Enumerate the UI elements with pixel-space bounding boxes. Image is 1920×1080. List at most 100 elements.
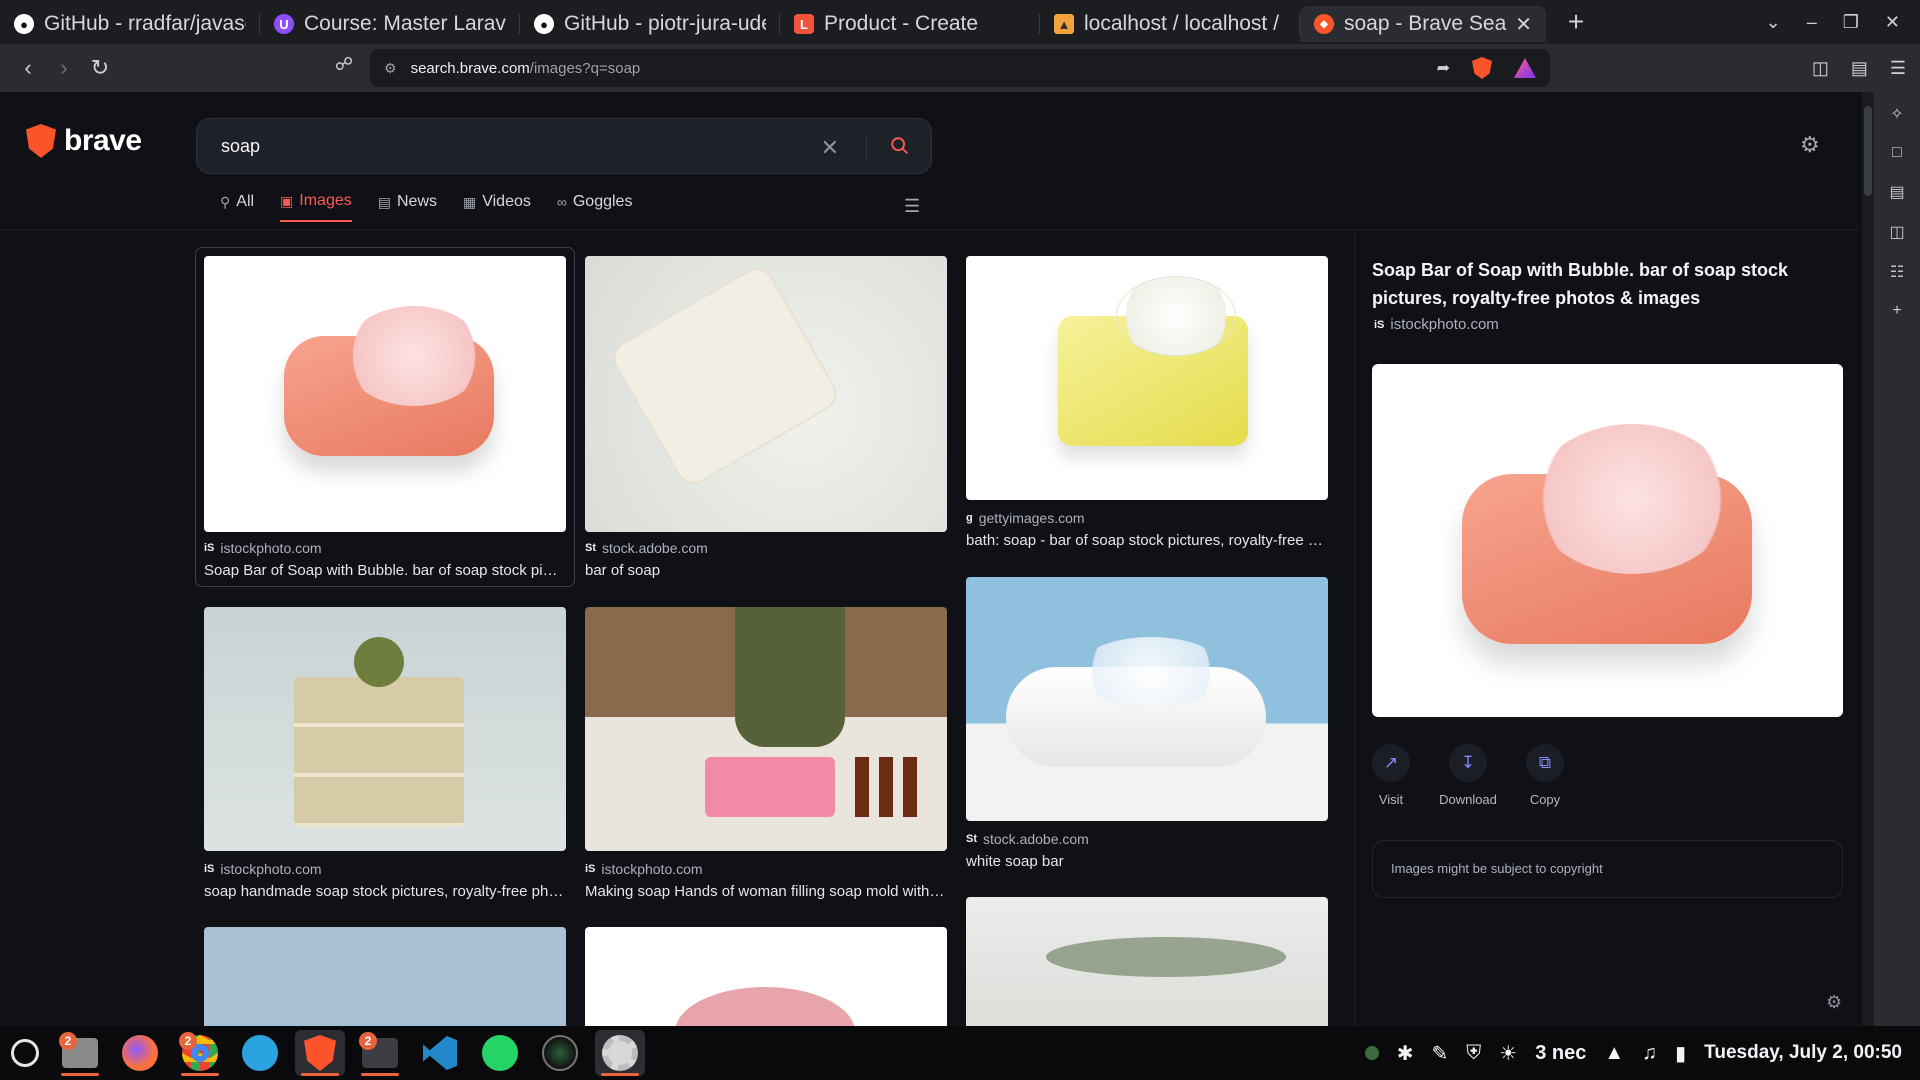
result-caption[interactable]: Soap Bar of Soap with Bubble. bar of soa… — [204, 562, 564, 579]
bluetooth-icon[interactable]: ✱ — [1397, 1041, 1414, 1066]
result-caption[interactable]: soap handmade soap stock pictures, royal… — [204, 883, 564, 900]
keyboard-layout[interactable]: 3 nec — [1535, 1042, 1586, 1065]
browser-tab[interactable]: ● GitHub - piotr-jura-udemy — [520, 6, 780, 42]
whatsapp-app[interactable] — [475, 1030, 525, 1076]
browser-tab[interactable]: L Product - Create — [780, 6, 1040, 42]
result-source[interactable]: St stock.adobe.com — [966, 831, 1089, 847]
terminal-app[interactable]: 2 — [355, 1030, 405, 1076]
brave-app[interactable] — [295, 1030, 345, 1076]
forward-icon[interactable]: › — [46, 55, 82, 81]
result-thumbnail[interactable] — [966, 577, 1328, 821]
result-caption[interactable]: Making soap Hands of woman filling soap … — [585, 883, 945, 900]
sidebar-toggle-icon[interactable]: ◫ — [1812, 58, 1829, 79]
result-thumbnail[interactable] — [966, 256, 1328, 500]
tab-videos[interactable]: ▦ Videos — [463, 192, 531, 222]
visit-button[interactable]: ↗ Visit — [1356, 744, 1426, 807]
chrome-app[interactable]: 2 — [175, 1030, 225, 1076]
result-source[interactable]: St stock.adobe.com — [585, 540, 708, 556]
close-tab-icon[interactable]: ✕ — [1515, 12, 1532, 37]
close-window-icon[interactable]: ✕ — [1885, 12, 1900, 33]
result-source[interactable]: iS istockphoto.com — [585, 861, 703, 877]
battery-icon[interactable]: ▮ — [1675, 1041, 1686, 1066]
firefox-app[interactable] — [115, 1030, 165, 1076]
tab-label: News — [396, 193, 437, 210]
files-app[interactable]: 2 — [55, 1030, 105, 1076]
result-thumbnail[interactable] — [966, 897, 1328, 1026]
result-thumbnail[interactable] — [585, 256, 947, 532]
camera-indicator-icon[interactable] — [1364, 1046, 1379, 1060]
minimize-icon[interactable]: – — [1807, 12, 1817, 33]
app-menu-button[interactable] — [5, 1030, 45, 1076]
clear-icon[interactable]: ✕ — [821, 135, 839, 161]
telegram-app[interactable] — [235, 1030, 285, 1076]
filters-icon[interactable]: ☰ — [904, 196, 920, 217]
page-scrollbar[interactable] — [1862, 92, 1874, 1026]
wifi-icon[interactable]: ▲ — [1604, 1042, 1624, 1065]
image-result-card[interactable]: iS istockphoto.com Making soap Hands of w… — [585, 607, 947, 907]
image-result-card[interactable]: g gettyimages.com bath: soap - bar of soa… — [966, 256, 1328, 556]
vpn-shield-icon[interactable]: ⛨ — [1466, 1042, 1481, 1065]
tab-goggles[interactable]: ∞ Goggles — [557, 192, 633, 222]
tab-list-icon[interactable]: ⌄ — [1766, 12, 1781, 33]
reload-icon[interactable]: ↻ — [82, 55, 118, 81]
search-icon[interactable] — [889, 135, 911, 157]
browser-tab[interactable]: ▲ localhost / localhost / b — [1040, 6, 1300, 42]
tab-images[interactable]: ▣ Images — [280, 192, 352, 222]
result-source[interactable]: iS istockphoto.com — [204, 861, 322, 877]
clipboard-icon[interactable]: ✎ — [1431, 1041, 1448, 1066]
music-icon[interactable]: ♫ — [1642, 1042, 1657, 1065]
result-thumbnail[interactable] — [204, 607, 566, 851]
result-thumbnail[interactable] — [204, 256, 566, 532]
brave-rewards-icon[interactable] — [1514, 58, 1536, 78]
add-sidebar-item-icon[interactable]: + — [1892, 302, 1901, 320]
panel-source[interactable]: iS istockphoto.com — [1374, 316, 1499, 333]
reading-list-icon[interactable]: ☷ — [1890, 262, 1904, 282]
panel-preview-image[interactable] — [1372, 364, 1843, 717]
wallet-icon[interactable]: ▤ — [1889, 182, 1904, 202]
brave-logo[interactable]: brave — [26, 124, 142, 158]
result-caption[interactable]: white soap bar — [966, 853, 1326, 870]
share-icon[interactable]: ➦ — [1437, 58, 1450, 78]
image-result-card[interactable]: iS istockphoto.com soap handmade soap sto… — [204, 607, 566, 907]
tab-news[interactable]: ▤ News — [378, 192, 437, 222]
browser-tab[interactable]: U Course: Master Laravel — [260, 6, 520, 42]
vscode-app[interactable] — [415, 1030, 465, 1076]
copy-button[interactable]: ⧉ Copy — [1510, 744, 1580, 807]
bookmark-icon[interactable]: ☍ — [326, 54, 362, 75]
chat-icon[interactable]: □ — [1892, 144, 1902, 162]
search-input[interactable]: soap ✕ — [196, 118, 932, 174]
browser-tab[interactable]: ● GitHub - rradfar/javascript — [0, 6, 260, 42]
settings-app[interactable] — [595, 1030, 645, 1076]
result-source[interactable]: iS istockphoto.com — [204, 540, 322, 556]
clock[interactable]: Tuesday, July 2, 00:50 — [1704, 1042, 1902, 1064]
scrollbar-thumb[interactable] — [1864, 106, 1872, 196]
result-source[interactable]: g gettyimages.com — [966, 510, 1085, 526]
firefox-icon — [122, 1035, 158, 1071]
result-caption[interactable]: bath: soap - bar of soap stock pictures,… — [966, 532, 1326, 549]
tab-label: Goggles — [572, 193, 633, 210]
leo-ai-icon[interactable]: ✧ — [1890, 104, 1903, 124]
menu-icon[interactable]: ☰ — [1890, 58, 1906, 79]
settings-gear-icon[interactable]: ⚙ — [1800, 132, 1820, 158]
address-bar[interactable]: ⚙ search.brave.com /images?q=soap ➦ — [370, 49, 1550, 87]
result-thumbnail[interactable] — [204, 927, 566, 1026]
camera-app[interactable] — [535, 1030, 585, 1076]
browser-tab-active[interactable]: ◆ soap - Brave Search ✕ — [1300, 6, 1546, 42]
image-result-card[interactable]: St stock.adobe.com white soap bar — [966, 577, 1328, 877]
download-button[interactable]: ↧ Download — [1433, 744, 1503, 807]
result-caption[interactable]: bar of soap — [585, 562, 945, 579]
maximize-icon[interactable]: ❐ — [1843, 12, 1859, 33]
image-result-card[interactable]: iS istockphoto.com Soap Bar of Soap with … — [195, 247, 575, 587]
image-result-card[interactable]: St stock.adobe.com bar of soap — [585, 256, 947, 586]
page-settings-icon[interactable]: ⚙ — [1826, 992, 1842, 1013]
bookmarks-icon[interactable]: ◫ — [1889, 222, 1904, 242]
site-info-icon[interactable]: ⚙ — [384, 60, 397, 77]
brave-shields-icon[interactable] — [1472, 57, 1492, 79]
new-tab-button[interactable]: + — [1558, 6, 1594, 38]
back-icon[interactable]: ‹ — [10, 55, 46, 81]
result-thumbnail[interactable] — [585, 927, 947, 1026]
wallet-icon[interactable]: ▤ — [1851, 58, 1868, 79]
notifications-icon[interactable]: ☀ — [1499, 1041, 1517, 1066]
tab-all[interactable]: ⚲ All — [220, 192, 254, 222]
result-thumbnail[interactable] — [585, 607, 947, 851]
